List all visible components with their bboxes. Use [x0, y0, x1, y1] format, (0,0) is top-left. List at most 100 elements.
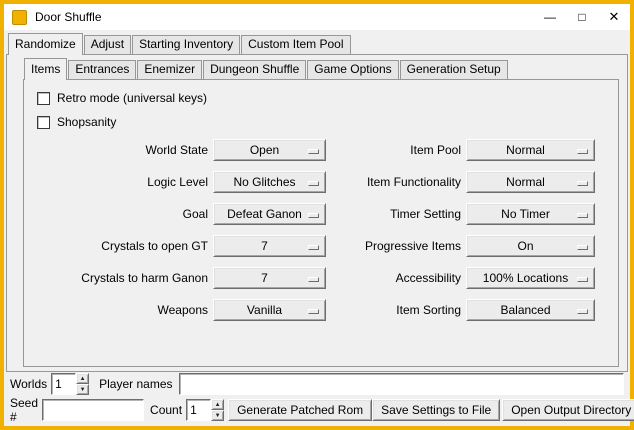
crystals-gt-dropdown[interactable]: 7: [213, 235, 326, 257]
world-state-dropdown[interactable]: Open: [213, 139, 326, 161]
checkbox-group: Retro mode (universal keys) Shopsanity: [24, 80, 618, 134]
crystals-ganon-dropdown[interactable]: 7: [213, 267, 326, 289]
dropdown-indicator-icon: [577, 245, 588, 250]
option-row: Goal Defeat Ganon Timer Setting No Timer: [24, 198, 618, 230]
items-panel: Retro mode (universal keys) Shopsanity W…: [23, 79, 619, 367]
goal-dropdown[interactable]: Defeat Ganon: [213, 203, 326, 225]
weapons-label: Weapons: [36, 303, 208, 317]
goal-label: Goal: [36, 207, 208, 221]
titlebar: Door Shuffle — □ ✕: [4, 4, 630, 30]
world-state-value: Open: [250, 143, 289, 157]
save-settings-button[interactable]: Save Settings to File: [372, 399, 500, 421]
dropdown-indicator-icon: [577, 149, 588, 154]
dropdown-indicator-icon: [577, 277, 588, 282]
crystals-gt-value: 7: [261, 239, 278, 253]
spin-up-icon[interactable]: ▲: [76, 373, 89, 384]
accessibility-dropdown[interactable]: 100% Locations: [466, 267, 595, 289]
option-row: Weapons Vanilla Item Sorting Balanced: [24, 294, 618, 326]
window-controls: — □ ✕: [534, 4, 630, 30]
item-pool-dropdown[interactable]: Normal: [466, 139, 595, 161]
item-sorting-dropdown[interactable]: Balanced: [466, 299, 595, 321]
player-names-input[interactable]: [179, 373, 625, 395]
worlds-row: Worlds ▲ ▼ Player names: [10, 373, 624, 395]
tab-items[interactable]: Items: [24, 58, 67, 80]
crystals-ganon-label: Crystals to harm Ganon: [36, 271, 208, 285]
seed-input[interactable]: [42, 399, 144, 421]
goal-value: Defeat Ganon: [227, 207, 312, 221]
spin-down-icon[interactable]: ▼: [211, 410, 224, 421]
tab-adjust[interactable]: Adjust: [84, 35, 131, 54]
accessibility-label: Accessibility: [326, 271, 461, 285]
worlds-spin-buttons: ▲ ▼: [76, 373, 89, 395]
worlds-input[interactable]: [51, 373, 76, 395]
tab-entrances[interactable]: Entrances: [68, 60, 136, 79]
option-row: Crystals to open GT 7 Progressive Items …: [24, 230, 618, 262]
spin-down-icon[interactable]: ▼: [76, 384, 89, 395]
timer-setting-value: No Timer: [501, 207, 560, 221]
count-spinner: ▲ ▼: [186, 399, 224, 421]
options-grid: World State Open Item Pool Normal Logic …: [24, 134, 618, 326]
crystals-gt-label: Crystals to open GT: [36, 239, 208, 253]
count-spin-buttons: ▲ ▼: [211, 399, 224, 421]
app-icon: [12, 10, 27, 25]
outer-tab-bar: Randomize Adjust Starting Inventory Cust…: [8, 33, 630, 54]
shopsanity-checkbox[interactable]: [37, 116, 50, 129]
logic-level-dropdown[interactable]: No Glitches: [213, 171, 326, 193]
randomize-panel: Items Entrances Enemizer Dungeon Shuffle…: [6, 54, 628, 372]
retro-mode-row: Retro mode (universal keys): [37, 86, 618, 110]
tab-dungeon-shuffle[interactable]: Dungeon Shuffle: [203, 60, 306, 79]
item-functionality-dropdown[interactable]: Normal: [466, 171, 595, 193]
seed-row: Seed # Count ▲ ▼ Generate Patched Rom Sa…: [10, 399, 624, 421]
tab-generation-setup[interactable]: Generation Setup: [400, 60, 508, 79]
timer-setting-dropdown[interactable]: No Timer: [466, 203, 595, 225]
item-sorting-label: Item Sorting: [326, 303, 461, 317]
close-button[interactable]: ✕: [598, 4, 630, 30]
accessibility-value: 100% Locations: [483, 271, 578, 285]
tab-randomize[interactable]: Randomize: [8, 33, 83, 55]
tab-starting-inventory[interactable]: Starting Inventory: [132, 35, 240, 54]
minimize-button[interactable]: —: [534, 4, 566, 30]
spin-up-icon[interactable]: ▲: [211, 399, 224, 410]
logic-level-label: Logic Level: [36, 175, 208, 189]
tab-enemizer[interactable]: Enemizer: [137, 60, 202, 79]
dropdown-indicator-icon: [577, 309, 588, 314]
dropdown-indicator-icon: [308, 149, 319, 154]
dropdown-indicator-icon: [577, 181, 588, 186]
dropdown-indicator-icon: [308, 213, 319, 218]
generate-patched-rom-button[interactable]: Generate Patched Rom: [228, 399, 372, 421]
shopsanity-row: Shopsanity: [37, 110, 618, 134]
worlds-label: Worlds: [10, 377, 47, 391]
option-row: Logic Level No Glitches Item Functionali…: [24, 166, 618, 198]
item-functionality-label: Item Functionality: [326, 175, 461, 189]
crystals-ganon-value: 7: [261, 271, 278, 285]
seed-label: Seed #: [10, 396, 38, 424]
tab-custom-item-pool[interactable]: Custom Item Pool: [241, 35, 350, 54]
shopsanity-label[interactable]: Shopsanity: [57, 115, 116, 129]
dropdown-indicator-icon: [308, 277, 319, 282]
timer-setting-label: Timer Setting: [326, 207, 461, 221]
option-row: Crystals to harm Ganon 7 Accessibility 1…: [24, 262, 618, 294]
retro-mode-label[interactable]: Retro mode (universal keys): [57, 91, 207, 105]
dropdown-indicator-icon: [308, 245, 319, 250]
open-output-directory-button[interactable]: Open Output Directory: [502, 399, 634, 421]
worlds-spinner: ▲ ▼: [51, 373, 89, 395]
option-row: World State Open Item Pool Normal: [24, 134, 618, 166]
maximize-button[interactable]: □: [566, 4, 598, 30]
retro-mode-checkbox[interactable]: [37, 92, 50, 105]
item-sorting-value: Balanced: [500, 303, 560, 317]
tab-game-options[interactable]: Game Options: [307, 60, 398, 79]
count-label: Count: [150, 403, 182, 417]
player-names-label: Player names: [99, 377, 172, 391]
progressive-items-dropdown[interactable]: On: [466, 235, 595, 257]
dropdown-indicator-icon: [577, 213, 588, 218]
inner-tab-bar: Items Entrances Enemizer Dungeon Shuffle…: [24, 58, 627, 79]
main-content: Randomize Adjust Starting Inventory Cust…: [4, 30, 630, 426]
item-pool-value: Normal: [506, 143, 555, 157]
world-state-label: World State: [36, 143, 208, 157]
window-frame: Door Shuffle — □ ✕ Randomize Adjust Star…: [0, 0, 634, 430]
count-input[interactable]: [186, 399, 211, 421]
item-functionality-value: Normal: [506, 175, 555, 189]
weapons-dropdown[interactable]: Vanilla: [213, 299, 326, 321]
dropdown-indicator-icon: [308, 309, 319, 314]
weapons-value: Vanilla: [247, 303, 292, 317]
